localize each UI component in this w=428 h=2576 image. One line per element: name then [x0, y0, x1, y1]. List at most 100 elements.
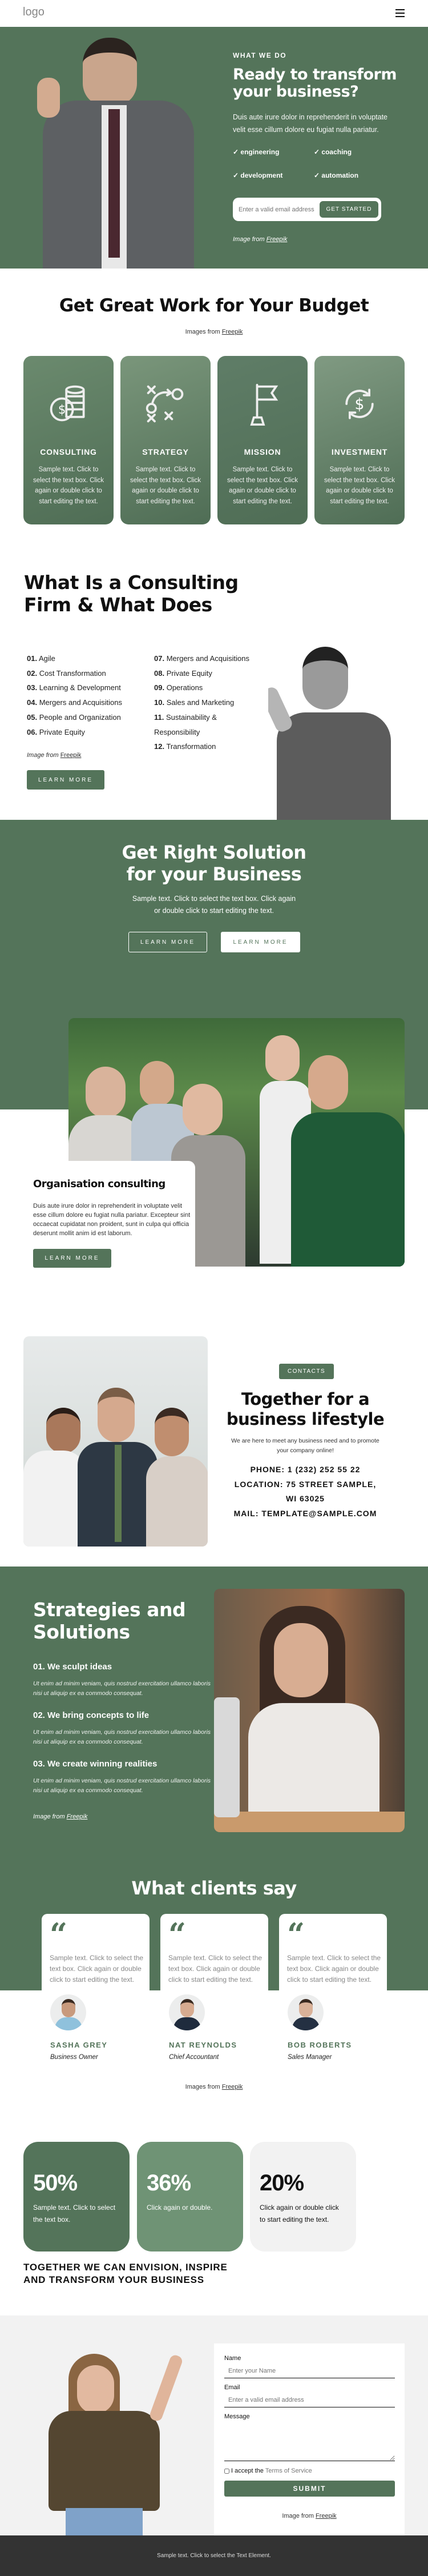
item-label: Responsibility	[154, 727, 200, 736]
service-card-investment[interactable]: $ INVESTMENT Sample text. Click to selec…	[314, 356, 405, 524]
freepik-link[interactable]: Freepik	[222, 2084, 243, 2090]
credit-text: Image from	[33, 1813, 67, 1820]
freepik-link[interactable]: Freepik	[316, 2513, 337, 2519]
logo[interactable]: logo	[23, 6, 45, 19]
stat-value: 36%	[147, 2170, 191, 2196]
coins-dollar-icon: $	[50, 385, 85, 422]
strategy-item-text: Ut enim ad minim veniam, quis nostrud ex…	[33, 1728, 211, 1747]
location: LOCATION: 75 STREET SAMPLE,	[234, 1479, 377, 1489]
check-label: coaching	[321, 148, 352, 156]
stat-value: 20%	[260, 2170, 304, 2196]
item-label: Learning & Development	[39, 683, 121, 692]
item-number: 12.	[154, 742, 165, 751]
check-item: ✓ engineering	[233, 148, 279, 156]
freepik-link[interactable]: Freepik	[267, 236, 288, 243]
phone[interactable]: PHONE: 1 (232) 252 55 22	[220, 1463, 391, 1477]
message-label: Message	[224, 2413, 250, 2420]
email-input[interactable]	[239, 202, 318, 217]
client-avatar	[50, 1994, 86, 2030]
client-avatar	[288, 1994, 324, 2030]
client-name: BOB ROBERTS	[288, 2041, 352, 2049]
service-card-label: STRATEGY	[142, 447, 189, 456]
strategies-title: Strategies and Solutions	[33, 1599, 186, 1643]
learn-more-solid-button[interactable]: LEARN MORE	[221, 932, 300, 952]
org-description: Duis aute irure dolor in reprehenderit i…	[33, 1201, 190, 1238]
clients-title: What clients say	[131, 1877, 297, 1899]
service-card-mission[interactable]: MISSION Sample text. Click to select the…	[217, 356, 308, 524]
learn-more-button[interactable]: LEARN MORE	[27, 770, 104, 790]
service-list-item: 08. Private Equity	[154, 669, 212, 678]
item-number: 09.	[154, 683, 165, 692]
service-list-item: 05. People and Organization	[27, 713, 121, 722]
org-card: Organisation consulting Duis aute irure …	[0, 1161, 195, 1268]
message-textarea[interactable]	[224, 2422, 395, 2461]
item-label: Transformation	[166, 742, 216, 751]
item-number: 01.	[27, 654, 38, 663]
desc-line: or double click to start editing the tex…	[154, 907, 274, 915]
check-icon: ✓	[233, 148, 241, 156]
client-avatar	[169, 1994, 205, 2030]
terms-link[interactable]: Terms of Service	[265, 2467, 312, 2474]
item-label: Agile	[38, 654, 55, 663]
text-line: nisi ut aliquip ex ea commodo consequat.	[33, 1787, 143, 1794]
terms-row: I accept the Terms of Service	[224, 2467, 312, 2474]
hero-title-line: your business?	[233, 83, 359, 101]
smiling-man-photo	[268, 647, 397, 820]
hamburger-icon[interactable]	[395, 9, 405, 17]
learn-more-button[interactable]: LEARN MORE	[33, 1249, 111, 1268]
client-role: Business Owner	[50, 2054, 98, 2061]
name-input[interactable]	[224, 2364, 395, 2378]
woman-cafe-photo	[214, 1589, 405, 1832]
title-line: Together for a	[241, 1389, 370, 1409]
client-name: NAT REYNOLDS	[169, 2041, 237, 2049]
check-icon: ✓	[314, 171, 322, 179]
item-label: Operations	[166, 683, 203, 692]
stat-card: 36% Click again or double.	[137, 2142, 243, 2252]
strategy-item-title: 01. We sculpt ideas	[33, 1662, 112, 1672]
credit-text: Image from	[233, 236, 267, 243]
tagline-line: TOGETHER WE CAN ENVISION, INSPIRE	[23, 2262, 228, 2273]
client-role: Chief Accountant	[169, 2054, 219, 2061]
email-label: Email	[224, 2384, 240, 2391]
submit-button[interactable]: SUBMIT	[224, 2481, 395, 2497]
image-credit: Images from Freepik	[0, 328, 428, 335]
contact-form: Name Email Message I accept the Terms of…	[214, 2343, 405, 2535]
contacts-description: We are here to meet any business need an…	[220, 1436, 391, 1456]
freepik-link[interactable]: Freepik	[222, 328, 243, 335]
credit-text: Images from	[185, 328, 222, 335]
item-number: 03.	[27, 683, 38, 692]
learn-more-outline-button[interactable]: LEARN MORE	[128, 932, 207, 952]
title-line: business lifestyle	[226, 1409, 385, 1429]
email-input[interactable]	[224, 2393, 395, 2407]
freepik-link[interactable]: Freepik	[67, 1813, 88, 1820]
credit-text: Images from	[185, 2084, 222, 2090]
location: WI 63025	[286, 1494, 325, 1503]
item-number: 06.	[27, 727, 38, 736]
image-credit: Image from Freepik	[233, 236, 287, 243]
text-line: Ut enim ad minim veniam, quis nostrud ex…	[33, 1729, 211, 1736]
footer-text: Sample text. Click to select the Text El…	[157, 2553, 271, 2559]
item-label: People and Organization	[39, 712, 121, 722]
freepik-link[interactable]: Freepik	[60, 752, 82, 759]
testimonial-text: Sample text. Click to select the text bo…	[168, 1954, 263, 1984]
stat-text: Click again or double.	[147, 2204, 213, 2212]
credit-text: Image from	[282, 2513, 316, 2519]
title-line: What Is a Consulting	[24, 571, 239, 594]
org-title: Organisation consulting	[33, 1178, 165, 1190]
client-name: SASHA GREY	[50, 2041, 108, 2049]
mail[interactable]: MAIL: TEMPLATE@SAMPLE.COM	[220, 1507, 391, 1521]
strategy-item: 01. We sculpt ideas Ut enim ad minim ven…	[33, 1662, 211, 1698]
service-card-consulting[interactable]: $ CONSULTING Sample text. Click to selec…	[23, 356, 114, 524]
terms-checkbox[interactable]	[224, 2468, 229, 2474]
service-card-strategy[interactable]: STRATEGY Sample text. Click to select th…	[120, 356, 211, 524]
desc-line: We are here to meet any business need an…	[231, 1437, 379, 1444]
title-line: Firm & What Does	[24, 594, 212, 616]
solution-title: Get Right Solution for your Business	[0, 842, 428, 885]
get-started-button[interactable]: GET STARTED	[320, 201, 378, 218]
check-label: engineering	[240, 148, 280, 156]
quote-icon: “	[50, 1916, 68, 1953]
image-credit: Images from Freepik	[0, 2084, 428, 2090]
desc-line: occaecat cupidatat non proident, sunt in…	[33, 1221, 189, 1228]
service-list-item: 12. Transformation	[154, 742, 216, 751]
hero-businessman-photo	[29, 38, 203, 269]
